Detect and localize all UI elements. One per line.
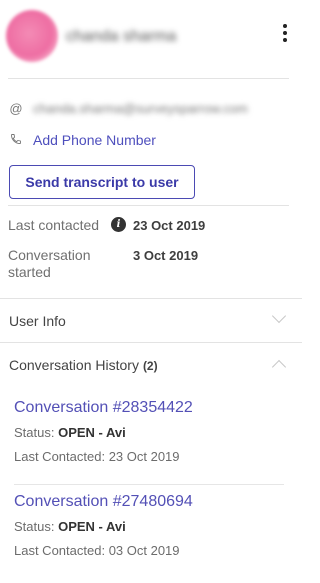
status-value: OPEN - Avi	[58, 425, 126, 440]
add-phone-link[interactable]: Add Phone Number	[33, 132, 156, 148]
email-row: @ chanda.sharma@surveysparrow.com	[8, 101, 248, 116]
phone-icon	[8, 133, 24, 148]
at-icon: @	[9, 101, 23, 116]
last-contacted-label: Last Contacted:	[14, 449, 106, 464]
conversation-divider	[14, 484, 284, 485]
last-contacted-value: 23 Oct 2019	[133, 218, 206, 233]
conversation-history-section-header[interactable]: Conversation History (2)	[0, 343, 302, 387]
header-divider	[8, 78, 289, 79]
conversation-last-contacted: Last Contacted: 23 Oct 2019	[14, 449, 286, 464]
chevron-down-icon[interactable]	[271, 308, 287, 324]
phone-row: Add Phone Number	[8, 132, 156, 148]
conversation-status: Status: OPEN - Avi	[14, 519, 286, 534]
status-label: Status:	[14, 425, 55, 440]
user-info-title: User Info	[9, 313, 66, 329]
user-name: chanda sharma	[66, 28, 177, 45]
conversation-history-label: Conversation History	[9, 357, 139, 373]
conversation-started-value: 3 Oct 2019	[133, 248, 199, 263]
conversation-item: Conversation #28354422 Status: OPEN - Av…	[14, 399, 286, 464]
chevron-up-icon[interactable]	[271, 359, 287, 375]
user-info-section-header[interactable]: User Info	[0, 299, 302, 343]
send-transcript-button[interactable]: Send transcript to user	[9, 165, 195, 199]
avatar[interactable]	[6, 10, 58, 62]
conversation-count-badge: (2)	[142, 359, 158, 373]
last-contacted-label: Last Contacted:	[14, 543, 106, 558]
status-label: Status:	[14, 519, 55, 534]
conversation-item: Conversation #27480694 Status: OPEN - Av…	[14, 493, 286, 558]
email-value: chanda.sharma@surveysparrow.com	[33, 101, 248, 116]
conversation-last-contacted: Last Contacted: 03 Oct 2019	[14, 543, 286, 558]
actions-divider	[8, 205, 289, 206]
last-contacted-label: Last contacted	[8, 217, 100, 233]
last-contacted-value: 03 Oct 2019	[108, 543, 180, 558]
status-value: OPEN - Avi	[58, 519, 126, 534]
conversation-history-title: Conversation History (2)	[9, 357, 158, 373]
info-icon[interactable]: i	[111, 217, 126, 232]
conversation-started-label-line2: started	[8, 264, 51, 280]
conversation-status: Status: OPEN - Avi	[14, 425, 286, 440]
conversation-started-label-line1: Conversation	[8, 247, 91, 263]
kebab-menu-icon[interactable]	[282, 24, 288, 44]
conversation-link[interactable]: Conversation #28354422	[14, 399, 286, 417]
profile-header: chanda sharma	[0, 0, 302, 78]
conversation-link[interactable]: Conversation #27480694	[14, 493, 286, 511]
last-contacted-value: 23 Oct 2019	[108, 449, 180, 464]
